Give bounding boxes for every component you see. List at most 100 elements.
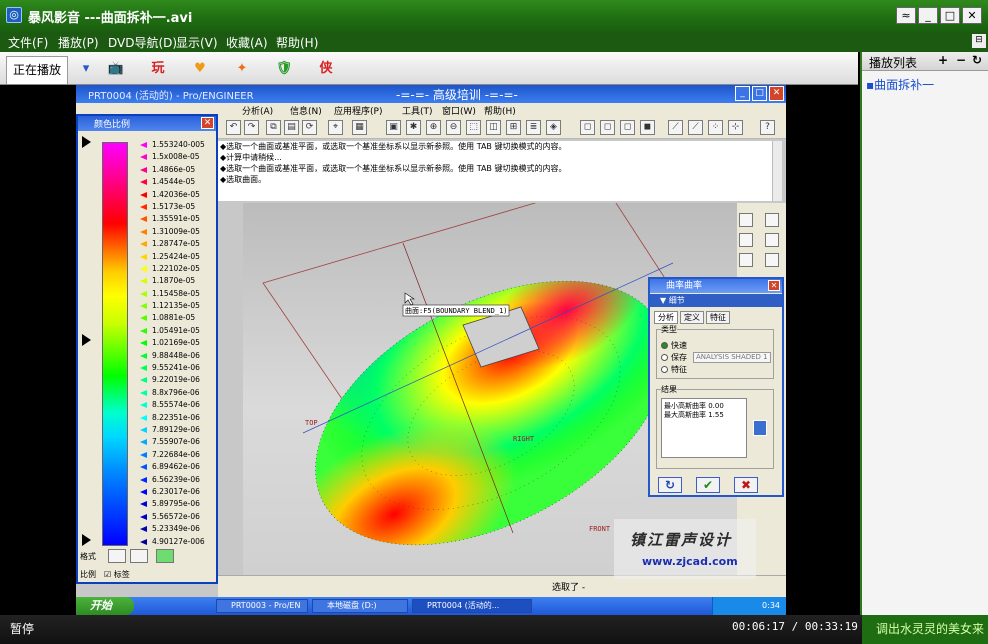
color-scale-label: 1.02169e-05 [134, 337, 216, 349]
orient-icon: ◫ [486, 120, 501, 135]
watermark-title: 镇江雷声设计 [630, 531, 733, 549]
scale-label: 比例 [80, 570, 96, 579]
scale-marker-icon [140, 142, 147, 148]
find-icon: ⌖ [328, 120, 343, 135]
color-scale-label: 8.8x796e-06 [134, 387, 216, 399]
color-gradient-bar [102, 142, 128, 546]
app-logo-icon[interactable]: ◎ [6, 7, 22, 23]
hidden-line-icon: ◻ [600, 120, 615, 135]
ref-label: RIGHT [513, 435, 535, 443]
undo-icon: ↶ [226, 120, 241, 135]
add-icon[interactable]: + [938, 53, 948, 67]
hero-icon[interactable]: 侠 [316, 60, 336, 77]
loop-icon[interactable]: ↻ [972, 53, 982, 67]
scale-value: 1.5x008e-05 [152, 152, 200, 162]
restore-panel-button[interactable]: ⊟ [972, 34, 986, 48]
scale-value: 1.05491e-05 [152, 325, 200, 335]
scale-marker-icon [140, 439, 147, 446]
cursor-icon [404, 292, 415, 306]
ad-link[interactable]: 调出水灵灵的美女来 [862, 615, 988, 644]
color-scale-label: 9.55241e-06 [134, 362, 216, 374]
shield-icon[interactable]: 🛡 [274, 60, 294, 77]
system-tray: 0:34 [712, 597, 786, 615]
proe-menu-apps: 应用程序(P) [334, 107, 383, 117]
remove-icon[interactable]: − [956, 53, 966, 67]
star-icon[interactable]: ✦ [232, 60, 252, 77]
ref-label: TOP [305, 419, 318, 427]
clock: 0:34 [762, 601, 780, 610]
scale-marker-icon [140, 241, 147, 248]
scale-marker-icon [140, 179, 147, 186]
color-scale-label: 5.56572e-06 [134, 511, 216, 523]
player-status-bar: 暂停 00:06:17 / 00:33:19 调出水灵灵的美女来 [0, 615, 988, 644]
color-scale-label: 1.35591e-05 [134, 213, 216, 225]
curvature-dialog: 曲率曲率 ✕ ▼ 细节 分析 定义 特征 类型 快速 保存 特征 ANALYSI… [648, 277, 784, 497]
color-scale-label: 7.89129e-06 [134, 424, 216, 436]
menu-view[interactable]: 显示(V) [176, 34, 218, 51]
task-item: PRT0003 - Pro/EN [216, 599, 308, 613]
sketch-icon [739, 213, 753, 227]
scale-value: 1.22102e-05 [152, 263, 200, 273]
scale-marker-icon [140, 290, 147, 297]
menu-help[interactable]: 帮助(H) [276, 34, 318, 51]
menu-toggle-button[interactable]: ≈ [896, 7, 916, 24]
details-section-header: ▼ 细节 [650, 294, 782, 307]
message-scrollbar [772, 141, 782, 201]
result-group-label: 结果 [661, 384, 677, 395]
scale-value: 1.0881e-05 [152, 313, 196, 323]
scale-value: 8.8x796e-06 [152, 387, 200, 397]
selection-status: 选取了 - [552, 583, 586, 593]
task-item: PRT0004 (活动的... [412, 599, 532, 613]
tab-now-playing[interactable]: 正在播放 [6, 56, 68, 84]
menu-file[interactable]: 文件(F) [8, 34, 48, 51]
scale-value: 1.35591e-05 [152, 214, 200, 224]
watermark-url: www.zjcad.com [642, 555, 738, 568]
menu-play[interactable]: 播放(P) [58, 34, 99, 51]
color-scale-label: 1.1870e-05 [134, 275, 216, 287]
message-line: ◆选取一个曲面或基准平面，或选取一个基准坐标系以显示新参照。使用 TAB 键切换… [220, 164, 567, 173]
menu-bar: 文件(F) 播放(P) DVD导航(D) 显示(V) 收藏(A) 帮助(H) ⊟ [0, 32, 988, 52]
curvature-dialog-close-icon: ✕ [768, 280, 780, 291]
menu-favorites[interactable]: 收藏(A) [226, 34, 268, 51]
scale-value: 1.4544e-05 [152, 177, 196, 187]
scale-marker-icon [140, 488, 147, 495]
scale-marker-icon [140, 191, 147, 198]
window-controls: ≈ _ □ ✕ [896, 7, 982, 24]
heart-icon[interactable]: ♥ [190, 60, 210, 77]
video-frame: PRT0004 (活动的) - Pro/ENGINEER -=-=- 高级培训 … [76, 85, 786, 615]
scale-value: 1.1870e-05 [152, 276, 196, 286]
color-scale-label: 1.22102e-05 [134, 263, 216, 275]
plane-icon [765, 213, 779, 227]
tab-bar: 正在播放 ▾ 📺 玩 ♥ ✦ 🛡 侠 [0, 52, 858, 85]
scale-marker-icon [140, 414, 147, 421]
scale-value: 6.56239e-06 [152, 474, 200, 484]
tab-feature: 特征 [706, 311, 730, 324]
scale-value: 1.42036e-05 [152, 189, 200, 199]
menu-dvd[interactable]: DVD导航(D) [108, 34, 177, 51]
scale-value: 6.89462e-06 [152, 462, 200, 472]
scale-marker-icon [140, 228, 147, 235]
play-game-icon[interactable]: 玩 [148, 60, 168, 77]
type-group-label: 类型 [661, 324, 677, 335]
color-scale-label: 7.22684e-06 [134, 449, 216, 461]
minimize-button[interactable]: _ [918, 7, 938, 24]
tab-analysis: 分析 [654, 311, 678, 324]
playlist-item[interactable]: ▪曲面拆补一 [866, 76, 988, 93]
dropdown-icon[interactable]: ▾ [76, 60, 96, 77]
color-map-icon [156, 549, 174, 563]
color-scale-label: 1.4866e-05 [134, 164, 216, 176]
view-icon: ▣ [386, 120, 401, 135]
wireframe-icon: ◻ [580, 120, 595, 135]
radio-quick-label: 快速 [671, 341, 687, 350]
datum-points-icon: ⁘ [708, 120, 723, 135]
tv-icon[interactable]: 📺 [106, 60, 126, 77]
color-scale-label: 1.28747e-05 [134, 238, 216, 250]
maximize-button[interactable]: □ [940, 7, 960, 24]
scale-value: 8.55574e-06 [152, 400, 200, 410]
color-scale-label: 5.89795e-06 [134, 498, 216, 510]
datum-planes-icon: ⟋ [668, 120, 683, 135]
watermark: 镇江雷声设计 www.zjcad.com [614, 519, 756, 579]
close-button[interactable]: ✕ [962, 7, 982, 24]
select-icon: ▦ [352, 120, 367, 135]
regen-icon: ⟳ [302, 120, 317, 135]
